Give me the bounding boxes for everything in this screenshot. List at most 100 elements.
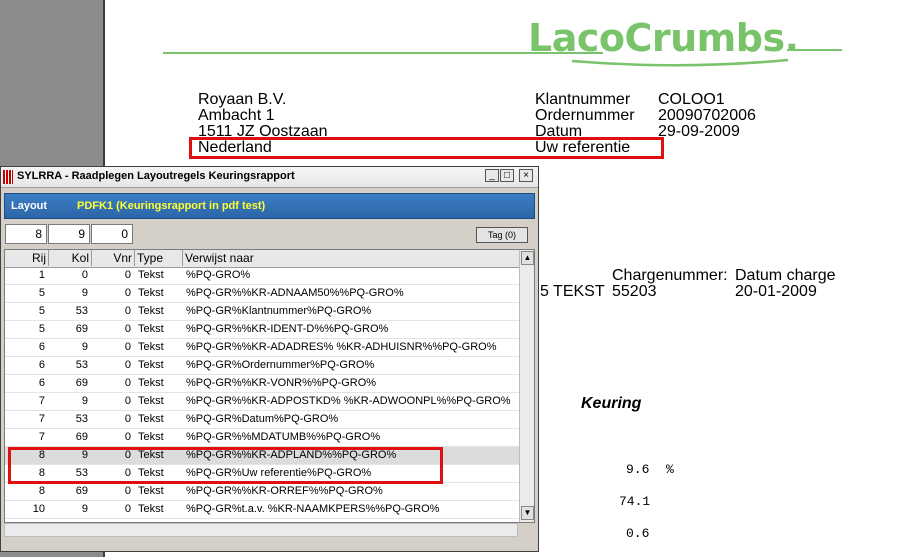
layout-value: PDFK1 (Keuringsrapport in pdf test) <box>77 200 266 212</box>
cell-rij: 5 <box>38 323 45 335</box>
cell-type: Tekst <box>138 503 164 515</box>
cell-rij: 5 <box>38 305 45 317</box>
cell-kol: 69 <box>75 485 88 497</box>
cell-verwijst: %PQ-GR%Ordernummer%PQ-GRO% <box>186 359 375 371</box>
cell-vnr: 0 <box>124 431 131 443</box>
grid-header: Rij Kol Vnr Type Verwijst naar <box>5 250 519 268</box>
minimize-icon[interactable]: _ <box>485 169 499 182</box>
charge-date: 20-01-2009 <box>735 283 817 300</box>
cell-rij: 7 <box>38 395 45 407</box>
field-label: Ordernummer <box>535 107 635 124</box>
table-row[interactable]: 7 53 0 Tekst %PQ-GR%Datum%PQ-GRO% <box>5 411 519 429</box>
cell-vnr: 0 <box>124 359 131 371</box>
table-row[interactable]: 7 69 0 Tekst %PQ-GR%%MDATUMB%%PQ-GRO% <box>5 429 519 447</box>
cell-kol: 53 <box>75 359 88 371</box>
keuring-value: 9.6 <box>626 462 650 477</box>
address-street: Ambacht 1 <box>198 107 275 124</box>
cell-kol: 69 <box>75 431 88 443</box>
cell-rij: 7 <box>38 431 45 443</box>
window-titlebar[interactable]: SYLRRA - Raadplegen Layoutregels Keuring… <box>1 167 538 188</box>
cell-verwijst: %PQ-GR%%MDATUMB%%PQ-GRO% <box>186 431 381 443</box>
cell-type: Tekst <box>138 413 164 425</box>
cell-rij: 6 <box>38 377 45 389</box>
cell-verwijst: %PQ-GR%%KR-ADADRES% %KR-ADHUISNR%%PQ-GRO… <box>186 341 497 353</box>
address-name: Royaan B.V. <box>198 91 287 108</box>
table-row[interactable]: 7 9 0 Tekst %PQ-GR%%KR-ADPOSTKD% %KR-ADWOONP… <box>5 393 519 411</box>
cell-vnr: 0 <box>124 395 131 407</box>
table-row[interactable]: 8 69 0 Tekst %PQ-GR%%KR-ORREF%%PQ-GRO% <box>5 483 519 501</box>
cell-vnr: 0 <box>124 377 131 389</box>
horizontal-scrollbar[interactable] <box>4 523 518 537</box>
cell-vnr: 0 <box>124 305 131 317</box>
column-header-vnr[interactable]: Vnr <box>92 250 135 266</box>
cell-kol: 9 <box>81 395 88 407</box>
column-header-type[interactable]: Type <box>135 250 183 266</box>
cell-kol: 53 <box>75 305 88 317</box>
cell-type: Tekst <box>138 395 164 407</box>
cell-type: Tekst <box>138 269 164 281</box>
charge-number-header: Chargenummer: <box>612 267 728 284</box>
table-row[interactable]: 6 69 0 Tekst %PQ-GR%%KR-VONR%%PQ-GRO% <box>5 375 519 393</box>
cell-kol: 9 <box>81 287 88 299</box>
highlight-box-document <box>189 137 664 159</box>
tag-button[interactable]: Tag (0) <box>476 227 528 243</box>
charge-number: 55203 <box>612 283 657 300</box>
charge-date-header: Datum charge <box>735 267 836 284</box>
cell-rij: 10 <box>32 503 45 515</box>
cell-kol: 9 <box>81 341 88 353</box>
keuring-unit: % <box>666 462 674 477</box>
app-icon <box>3 170 13 184</box>
cell-rij: 8 <box>38 485 45 497</box>
cell-rij: 6 <box>38 341 45 353</box>
sequence-input[interactable]: 0 <box>91 224 133 244</box>
cell-verwijst: %PQ-GR%Datum%PQ-GRO% <box>186 413 339 425</box>
cell-type: Tekst <box>138 359 164 371</box>
cell-rij: 6 <box>38 359 45 371</box>
company-logo: LacoCrumbs. <box>528 16 799 60</box>
cell-type: Tekst <box>138 287 164 299</box>
table-row[interactable]: 5 69 0 Tekst %PQ-GR%%KR-IDENT-D%%PQ-GRO% <box>5 321 519 339</box>
scroll-down-icon[interactable]: ▼ <box>521 506 534 520</box>
column-header-rij[interactable]: Rij <box>5 250 49 266</box>
close-icon[interactable]: × <box>519 169 533 182</box>
cell-verwijst: %PQ-GRO% <box>186 269 251 281</box>
column-header-kol[interactable]: Kol <box>49 250 92 266</box>
logo-swoosh <box>571 58 789 67</box>
cell-type: Tekst <box>138 341 164 353</box>
field-value: COLOO1 <box>658 91 725 108</box>
table-row[interactable]: 5 53 0 Tekst %PQ-GR%Klantnummer%PQ-GRO% <box>5 303 519 321</box>
cell-vnr: 0 <box>124 485 131 497</box>
cell-type: Tekst <box>138 485 164 497</box>
cell-verwijst: %PQ-GR%Klantnummer%PQ-GRO% <box>186 305 372 317</box>
cell-vnr: 0 <box>124 503 131 515</box>
column-header-verwijst[interactable]: Verwijst naar <box>183 250 519 266</box>
layout-bar: Layout PDFK1 (Keuringsrapport in pdf tes… <box>4 193 535 219</box>
cell-vnr: 0 <box>124 269 131 281</box>
table-row[interactable]: 1 0 0 Tekst %PQ-GRO% <box>5 267 519 285</box>
cell-rij: 1 <box>38 269 45 281</box>
highlight-box-grid <box>8 447 443 484</box>
cell-vnr: 0 <box>124 323 131 335</box>
table-row[interactable]: 6 9 0 Tekst %PQ-GR%%KR-ADADRES% %KR-ADHUISNR… <box>5 339 519 357</box>
keuring-value: 0.6 <box>626 526 650 541</box>
scroll-up-icon[interactable]: ▲ <box>521 251 534 265</box>
table-row[interactable]: 5 9 0 Tekst %PQ-GR%%KR-ADNAAM50%%PQ-GRO% <box>5 285 519 303</box>
cell-type: Tekst <box>138 431 164 443</box>
cell-kol: 53 <box>75 413 88 425</box>
column-input[interactable]: 9 <box>48 224 90 244</box>
cell-vnr: 0 <box>124 413 131 425</box>
cell-verwijst: %PQ-GR%%KR-ADPOSTKD% %KR-ADWOONPL%%PQ-GR… <box>186 395 511 407</box>
charge-prefix: 5 TEKST <box>540 283 605 300</box>
cell-verwijst: %PQ-GR%t.a.v. %KR-NAAMKPERS%%PQ-GRO% <box>186 503 440 515</box>
vertical-scrollbar[interactable]: ▲ ▼ <box>519 250 534 522</box>
cell-verwijst: %PQ-GR%%KR-IDENT-D%%PQ-GRO% <box>186 323 389 335</box>
keuring-title: Keuring <box>581 395 642 412</box>
row-input[interactable]: 8 <box>5 224 47 244</box>
table-row[interactable]: 10 9 0 Tekst %PQ-GR%t.a.v. %KR-NAAMKPERS%%PQ… <box>5 501 519 519</box>
field-label: Klantnummer <box>535 91 631 108</box>
table-row[interactable]: 6 53 0 Tekst %PQ-GR%Ordernummer%PQ-GRO% <box>5 357 519 375</box>
cell-type: Tekst <box>138 305 164 317</box>
maximize-icon[interactable]: □ <box>500 169 514 182</box>
keuring-value: 74.1 <box>619 494 651 509</box>
cell-vnr: 0 <box>124 341 131 353</box>
